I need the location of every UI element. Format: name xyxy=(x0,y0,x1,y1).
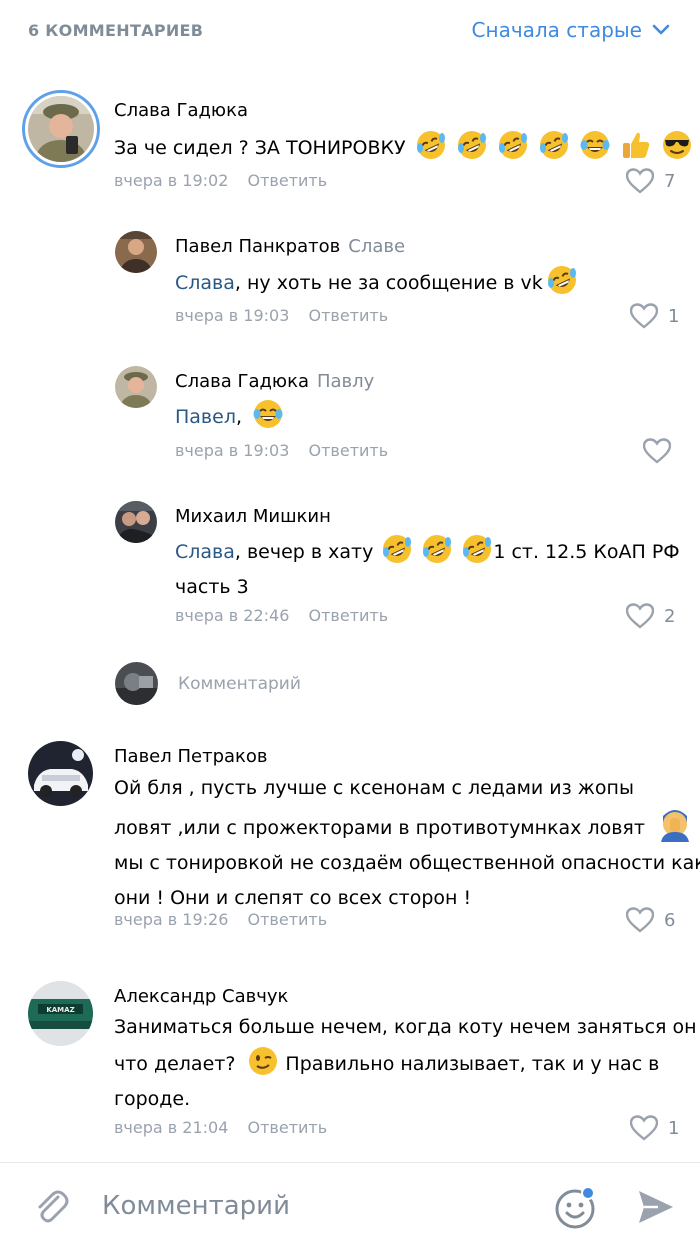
reply-input[interactable]: Комментарий xyxy=(178,674,301,694)
like-button[interactable]: 6 xyxy=(626,907,675,933)
comment-date: вчера в 19:03 xyxy=(175,441,290,460)
comment-meta: вчера в 19:03 Ответить xyxy=(175,441,388,460)
mention-link[interactable]: Слава xyxy=(175,272,235,294)
comment-text: Слава, ну хоть не за сообщение в vk xyxy=(175,264,578,301)
rofl-emoji xyxy=(456,129,488,161)
comment-meta: вчера в 22:46 Ответить xyxy=(175,606,388,625)
reply-button[interactable]: Ответить xyxy=(309,306,389,325)
avatar xyxy=(115,662,158,705)
rofl-emoji xyxy=(415,129,447,161)
wink-emoji xyxy=(247,1045,279,1077)
comment-meta: вчера в 21:04 Ответить xyxy=(114,1118,327,1137)
comment-text: За че сидел ? ЗА ТОНИРОВКУ xyxy=(114,129,694,166)
like-button[interactable]: 7 xyxy=(626,168,675,194)
avatar[interactable] xyxy=(115,501,157,543)
heart-icon xyxy=(630,303,658,329)
like-button[interactable] xyxy=(643,438,681,464)
mention-link[interactable]: Слава xyxy=(175,541,235,563)
reply-composer[interactable]: Комментарий xyxy=(115,660,675,708)
avatar[interactable] xyxy=(115,231,157,273)
rofl-emoji xyxy=(421,533,453,565)
attach-button[interactable] xyxy=(30,1185,74,1229)
joy-emoji xyxy=(579,129,611,161)
like-count: 6 xyxy=(664,909,676,931)
like-count: 1 xyxy=(668,1117,680,1139)
comment-date: вчера в 21:04 xyxy=(114,1118,229,1137)
like-button[interactable]: 2 xyxy=(626,603,675,629)
comment-composer-bar: Комментарий xyxy=(0,1162,700,1250)
comment-author[interactable]: Павел Панкратов Славе xyxy=(175,236,405,257)
like-count: 2 xyxy=(664,605,676,627)
avatar[interactable] xyxy=(22,90,100,168)
avatar[interactable] xyxy=(28,741,93,806)
comment-author[interactable]: Павел Петраков xyxy=(114,746,268,767)
like-count: 1 xyxy=(668,305,680,327)
comment-meta: вчера в 19:02 Ответить xyxy=(114,171,327,190)
rofl-emoji xyxy=(546,264,578,296)
mention-link[interactable]: Павел xyxy=(175,406,236,428)
comment-meta: вчера в 19:26 Ответить xyxy=(114,910,327,929)
avatar[interactable]: KAMAZ xyxy=(28,981,93,1046)
reply-button[interactable]: Ответить xyxy=(248,910,328,929)
facepalm-emoji xyxy=(657,806,693,842)
like-count: 7 xyxy=(664,170,676,192)
avatar[interactable] xyxy=(115,366,157,408)
smile-icon xyxy=(555,1186,595,1229)
heart-icon xyxy=(626,603,654,629)
comment-date: вчера в 22:46 xyxy=(175,606,290,625)
comments-header: 6 КОММЕНТАРИЕВ Сначала старые xyxy=(0,0,700,64)
reply-button[interactable]: Ответить xyxy=(309,606,389,625)
heart-icon xyxy=(630,1115,658,1141)
send-button[interactable] xyxy=(636,1187,676,1227)
rofl-emoji xyxy=(497,129,529,161)
comment-author[interactable]: Слава Гадюка Павлу xyxy=(175,371,374,392)
reply-button[interactable]: Ответить xyxy=(309,441,389,460)
comment-input[interactable]: Комментарий xyxy=(102,1191,290,1221)
comment-author[interactable]: Александр Савчук xyxy=(114,986,288,1007)
comment-author[interactable]: Михаил Мишкин xyxy=(175,506,331,527)
reply-button[interactable]: Ответить xyxy=(248,1118,328,1137)
rofl-emoji xyxy=(461,533,493,565)
sort-dropdown[interactable]: Сначала старые xyxy=(472,18,670,42)
comment-text: Слава, вечер в хату 1 ст. 12.5 КоАП РФ ча… xyxy=(175,533,685,605)
heart-icon xyxy=(626,907,654,933)
comment-date: вчера в 19:26 xyxy=(114,910,229,929)
comment-text: Павел, xyxy=(175,398,284,435)
chevron-down-icon xyxy=(652,24,670,35)
sort-label: Сначала старые xyxy=(471,18,642,42)
like-button[interactable]: 1 xyxy=(630,303,679,329)
like-button[interactable]: 1 xyxy=(630,1115,679,1141)
comment-meta: вчера в 19:03 Ответить xyxy=(175,306,388,325)
rofl-emoji xyxy=(381,533,413,565)
reply-to-label[interactable]: Павлу xyxy=(317,371,374,392)
comment-date: вчера в 19:02 xyxy=(114,171,229,190)
heart-icon xyxy=(643,438,671,464)
comment-author[interactable]: Слава Гадюка xyxy=(114,100,248,121)
send-icon xyxy=(639,1191,673,1223)
heart-icon xyxy=(626,168,654,194)
comment-text: Ой бля , пусть лучше с ксенонам с ледами… xyxy=(114,777,700,909)
thumbs-up-emoji xyxy=(620,129,652,161)
comments-count: 6 КОММЕНТАРИЕВ xyxy=(28,21,204,40)
comment-date: вчера в 19:03 xyxy=(175,306,290,325)
svg-text:KAMAZ: KAMAZ xyxy=(46,1006,74,1014)
rofl-emoji xyxy=(538,129,570,161)
reply-button[interactable]: Ответить xyxy=(248,171,328,190)
paperclip-icon xyxy=(38,1190,69,1223)
emoji-button[interactable] xyxy=(553,1185,599,1231)
reply-to-label[interactable]: Славе xyxy=(348,236,405,257)
joy-emoji xyxy=(252,398,284,430)
sunglasses-emoji xyxy=(661,129,693,161)
comment-text: Заниматься больше нечем, когда коту нече… xyxy=(114,1016,697,1110)
